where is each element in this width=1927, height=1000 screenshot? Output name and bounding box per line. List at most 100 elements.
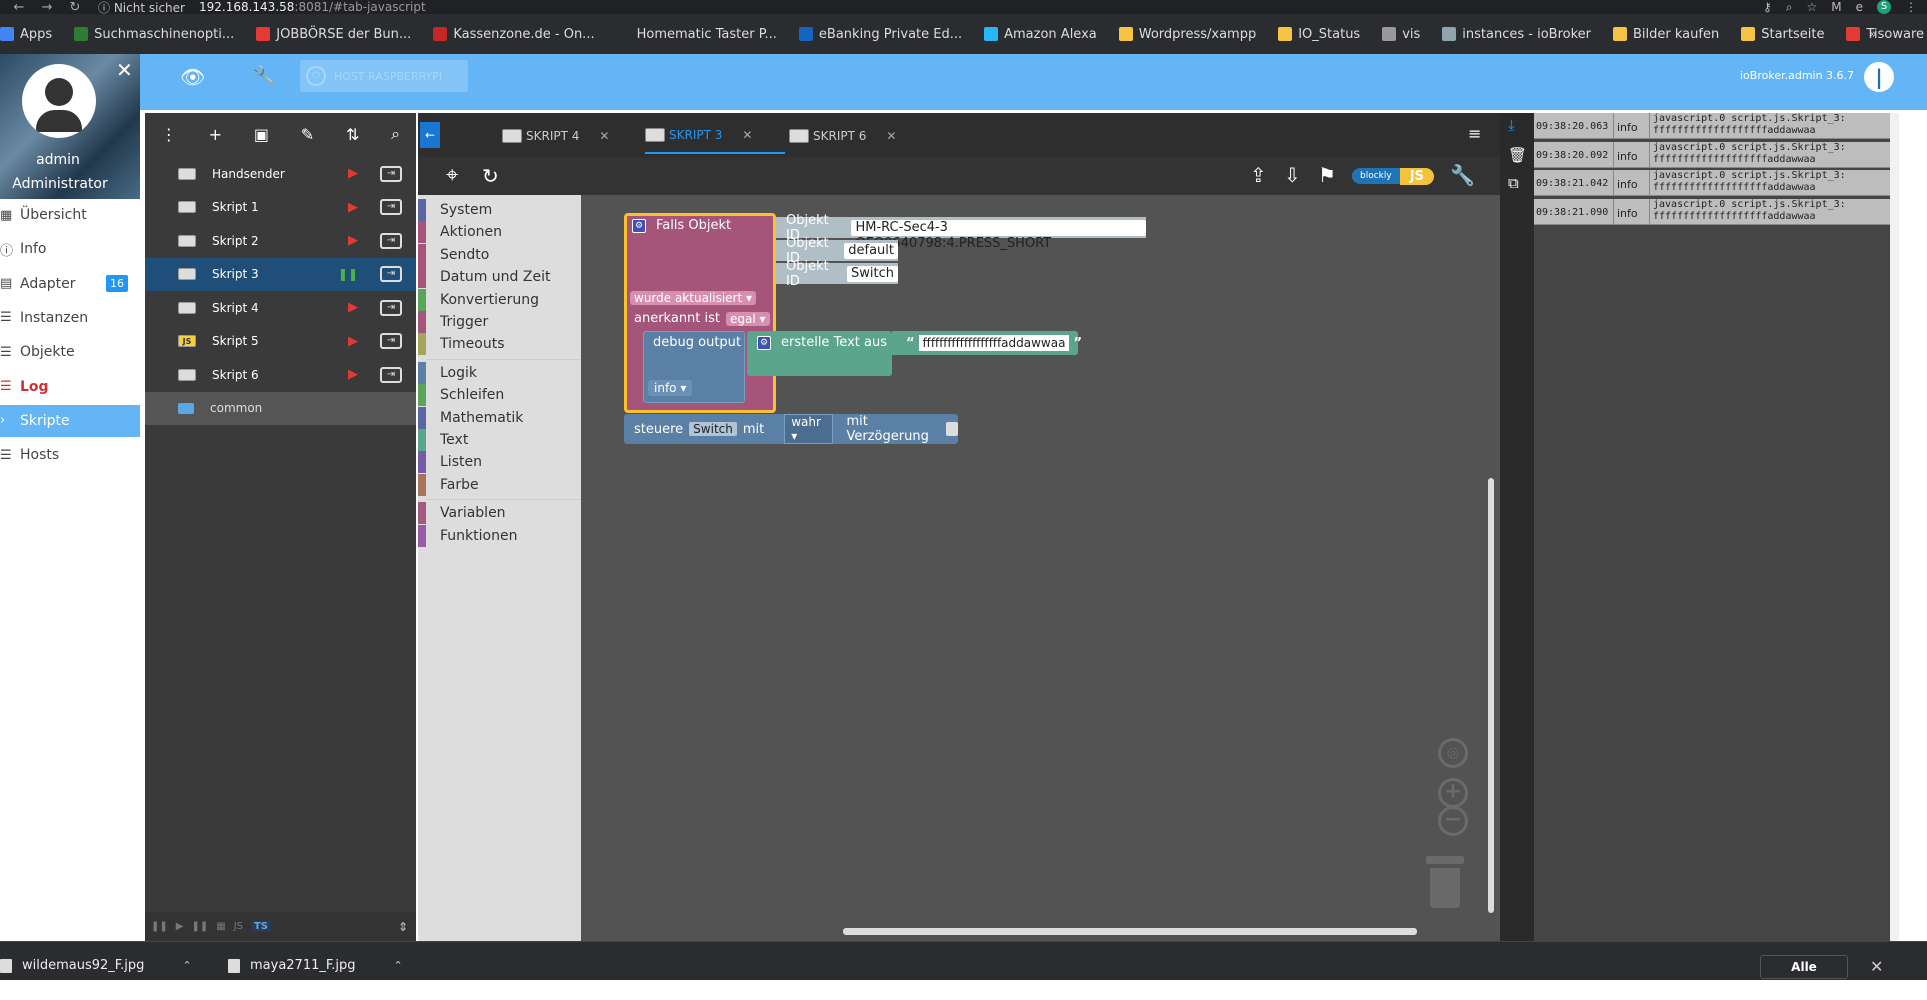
- arrow-left-icon[interactable]: ←: [420, 122, 440, 148]
- toolbox-category[interactable]: Datum und Zeit: [418, 266, 581, 289]
- nav-item-info[interactable]: ⓘ Info: [0, 233, 140, 265]
- log-scrollbar[interactable]: [1890, 113, 1899, 941]
- chevron-up-icon[interactable]: ⌃: [182, 959, 191, 972]
- edit-icon[interactable]: ✎: [301, 125, 314, 144]
- value-dropdown[interactable]: wahr ▾: [784, 414, 833, 444]
- log-level-dropdown[interactable]: info ▾: [648, 380, 693, 396]
- close-tab-icon[interactable]: ✕: [886, 129, 896, 143]
- bookmark-item[interactable]: Kassenzone.de - On...: [433, 27, 595, 42]
- script-item[interactable]: Skript 6 ▶ ⇥: [145, 358, 416, 391]
- zoom-icon[interactable]: ⌕: [1786, 0, 1793, 15]
- close-icon[interactable]: ✕: [116, 58, 133, 82]
- tab-skript-4[interactable]: SKRIPT 4 ✕: [502, 118, 642, 154]
- filter-blockly-icon[interactable]: ▦: [216, 921, 225, 932]
- toolbox-category[interactable]: Variablen: [418, 502, 581, 525]
- script-item[interactable]: Skript 1 ▶ ⇥: [145, 191, 416, 224]
- filter-paused-icon[interactable]: ❚❚: [191, 921, 208, 932]
- locate-icon[interactable]: ⌖: [446, 163, 458, 188]
- filter-running-icon[interactable]: ❚❚: [151, 921, 168, 932]
- show-all-downloads-button[interactable]: Alle anzeigen: [1760, 955, 1848, 996]
- workspace-vertical-scrollbar[interactable]: [1488, 478, 1494, 913]
- bookmark-item[interactable]: Startseite: [1741, 27, 1824, 42]
- add-folder-icon[interactable]: ▣: [254, 125, 269, 144]
- bookmark-item[interactable]: Homematic Taster P...: [616, 27, 777, 42]
- toolbox-category[interactable]: Funktionen: [418, 524, 581, 547]
- toolbox-category[interactable]: Timeouts: [418, 333, 581, 356]
- settings-wrench-icon[interactable]: 🔧: [1450, 163, 1475, 187]
- script-item[interactable]: Handsender ▶ ⇥: [145, 157, 416, 190]
- export-script-icon[interactable]: ⇥: [380, 299, 402, 316]
- iobroker-logo-icon[interactable]: |: [1864, 62, 1894, 92]
- toolbox-category[interactable]: System: [418, 199, 581, 221]
- tab-menu-icon[interactable]: ≡: [1468, 124, 1481, 143]
- play-icon[interactable]: ▶: [348, 300, 358, 315]
- script-item[interactable]: Skript 4 ▶ ⇥: [145, 291, 416, 324]
- script-item[interactable]: Skript 3 ❚❚ ⇥: [145, 257, 416, 291]
- url-field[interactable]: 192.168.143.58:8081/#tab-javascript: [199, 0, 426, 14]
- delay-checkbox[interactable]: [945, 422, 959, 436]
- menu-dots-icon[interactable]: ⋮: [1905, 0, 1917, 15]
- copy-icon[interactable]: ⧉: [1508, 174, 1519, 192]
- play-icon[interactable]: ▶: [348, 166, 358, 181]
- filter-js-icon[interactable]: JS: [234, 921, 243, 932]
- filter-ts-icon[interactable]: TS: [250, 921, 272, 932]
- wrench-icon[interactable]: 🔧: [252, 64, 277, 88]
- chevron-up-icon[interactable]: ⌃: [394, 959, 403, 972]
- nav-item-skripte[interactable]: › Skripte: [0, 404, 140, 437]
- nav-item-adapter[interactable]: ▤ Adapter 16: [0, 268, 140, 300]
- nav-item-instanzen[interactable]: ☰ Instanzen: [0, 302, 140, 334]
- bookmark-item[interactable]: instances - ioBroker: [1442, 27, 1591, 42]
- workspace-horizontal-scrollbar[interactable]: [843, 928, 1417, 935]
- export-script-icon[interactable]: ⇥: [380, 232, 402, 249]
- key-icon[interactable]: ⚷: [1763, 0, 1772, 15]
- play-icon[interactable]: ▶: [348, 367, 358, 382]
- clear-log-icon[interactable]: 🗑: [1508, 146, 1527, 164]
- bookmark-item[interactable]: Amazon Alexa: [984, 27, 1097, 42]
- trigger-type-dropdown[interactable]: wurde aktualisiert ▾: [630, 289, 757, 307]
- control-block[interactable]: steuere Switch mit wahr ▾ mit Verzögerun…: [624, 414, 959, 444]
- play-icon[interactable]: ▶: [348, 233, 358, 248]
- ack-dropdown[interactable]: egal ▾: [726, 311, 770, 326]
- toolbox-category[interactable]: Text: [418, 429, 581, 451]
- play-icon[interactable]: ▶: [348, 200, 358, 215]
- bookmark-item[interactable]: Wordpress/xampp: [1118, 27, 1256, 42]
- nav-item-hosts[interactable]: ☰ Hosts: [0, 439, 140, 471]
- close-tab-icon[interactable]: ✕: [742, 128, 752, 142]
- bookmark-item[interactable]: Bilder kaufen: [1613, 27, 1719, 42]
- export-script-icon[interactable]: ⇥: [380, 366, 402, 383]
- tab-skript-3[interactable]: SKRIPT 3 ✕: [645, 118, 785, 154]
- blockly-js-toggle[interactable]: blockly JS: [1352, 166, 1434, 186]
- download-item[interactable]: maya2711_F.jpg ⌃: [228, 958, 403, 973]
- control-object-field[interactable]: Switch: [689, 422, 737, 436]
- forward-icon[interactable]: →: [38, 0, 56, 15]
- bookmark-item[interactable]: vis: [1382, 27, 1420, 42]
- text-literal-block[interactable]: “fffffffffffffffffffaddawwaa”: [892, 331, 1082, 355]
- zoom-in-icon[interactable]: +: [1438, 778, 1468, 808]
- toolbox-category[interactable]: Listen: [418, 451, 581, 474]
- gear-icon[interactable]: ⚙: [757, 335, 771, 350]
- bookmark-item[interactable]: Tisoware: [1846, 27, 1924, 42]
- sort-icon[interactable]: ⇅: [346, 125, 359, 144]
- script-item[interactable]: Skript 2 ▶ ⇥: [145, 224, 416, 257]
- nav-item-objekte[interactable]: ☰ Objekte: [0, 336, 140, 368]
- close-tab-icon[interactable]: ✕: [599, 129, 609, 143]
- more-vert-icon[interactable]: ⋮: [161, 125, 177, 144]
- play-icon[interactable]: ▶: [348, 334, 358, 349]
- export-script-icon[interactable]: ⇥: [380, 266, 402, 282]
- nav-item-log[interactable]: ☰ Log: [0, 371, 140, 403]
- add-icon[interactable]: +: [209, 125, 222, 144]
- toolbox-category[interactable]: Sendto: [418, 243, 581, 266]
- bookmark-item[interactable]: Suchmaschinenopti...: [74, 27, 234, 42]
- script-item[interactable]: JS Skript 5 ▶ ⇥: [145, 325, 416, 358]
- bookmark-item[interactable]: IO_Status: [1278, 27, 1360, 42]
- pause-icon[interactable]: ❚❚: [338, 267, 358, 281]
- refresh-icon[interactable]: ↻: [482, 164, 499, 188]
- profile-avatar[interactable]: S: [1877, 0, 1891, 14]
- toolbox-category[interactable]: Schleifen: [418, 384, 581, 407]
- download-item[interactable]: wildemaus92_F.jpg ⌃: [0, 958, 192, 973]
- eye-icon[interactable]: 👁: [180, 65, 205, 89]
- toolbox-category[interactable]: Konvertierung: [418, 288, 581, 311]
- toolbox-category[interactable]: Trigger: [418, 311, 581, 333]
- bookmark-item[interactable]: Apps: [0, 27, 52, 42]
- flag-icon[interactable]: ⚑: [1318, 163, 1336, 187]
